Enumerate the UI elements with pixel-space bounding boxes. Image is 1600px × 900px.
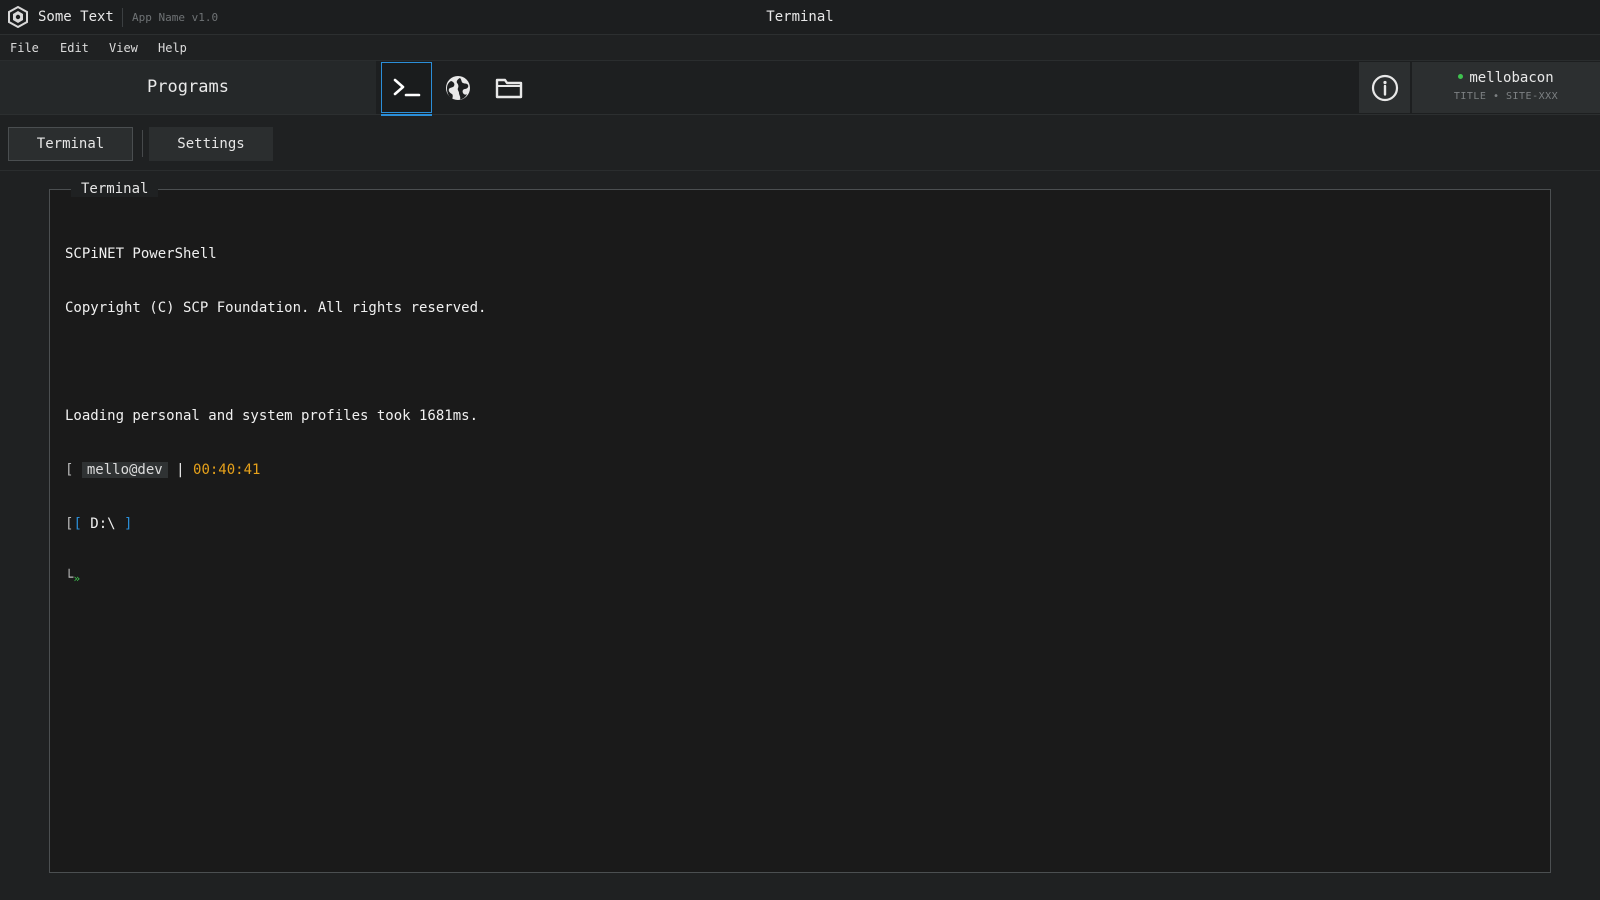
user-name: mellobacon [1469, 70, 1554, 86]
tab-settings-label: Settings [177, 136, 245, 152]
prompt-separator: | [167, 462, 194, 478]
menu-view[interactable]: View [109, 41, 138, 55]
window-title: Terminal [766, 9, 834, 25]
prompt-bracket: [ [65, 462, 82, 478]
prompt-user: mello@dev [81, 462, 168, 478]
prompt-time: 00:40:41 [193, 462, 261, 478]
terminal-line: Copyright (C) SCP Foundation. All rights… [65, 300, 487, 316]
user-subtitle: TITLE • SITE-XXX [1453, 91, 1559, 102]
programs-panel: Programs [0, 61, 376, 114]
prompt-path-line: [[ D:\ ] [65, 515, 1525, 533]
tab-terminal-label: Terminal [36, 136, 105, 152]
app-name-version: App Name v1.0 [132, 11, 219, 24]
tab-terminal[interactable]: Terminal [8, 127, 133, 161]
title-divider [122, 8, 123, 27]
terminal-line: Loading personal and system profiles too… [65, 408, 479, 424]
tab-settings[interactable]: Settings [149, 127, 273, 161]
prompt-input-line[interactable]: └» [65, 569, 1525, 587]
info-icon [1371, 74, 1398, 101]
files-program-button[interactable] [483, 62, 534, 113]
menu-bar: File Edit View Help [0, 35, 1600, 61]
app-logo-icon [8, 6, 28, 28]
tab-divider [142, 130, 143, 157]
user-panel[interactable]: mellobacon TITLE • SITE-XXX [1412, 62, 1600, 113]
user-name-row: mellobacon [1412, 70, 1600, 86]
prompt-path-open: [ [73, 516, 91, 532]
online-status-icon [1458, 73, 1464, 79]
folder-icon [495, 78, 522, 98]
programs-bar: Programs mellobacon TITLE • SITE-XXX [0, 61, 1600, 116]
terminal-output[interactable]: SCPiNET PowerShell Copyright (C) SCP Fou… [65, 209, 1525, 605]
programs-label: Programs [147, 77, 229, 97]
title-bar: Some Text App Name v1.0 Terminal [0, 0, 1600, 35]
globe-icon [445, 75, 470, 100]
menu-edit[interactable]: Edit [60, 41, 89, 55]
terminal-program-button[interactable] [381, 62, 432, 113]
tab-bar: Terminal Settings [0, 116, 1600, 171]
prompt-path-close: ] [115, 516, 133, 532]
terminal-panel-title: Terminal [71, 181, 159, 197]
prompt-arrow-icon: » [73, 572, 81, 585]
terminal-line: SCPiNET PowerShell [65, 246, 217, 262]
info-button[interactable] [1359, 62, 1410, 113]
browser-program-button[interactable] [432, 62, 483, 113]
menu-help[interactable]: Help [158, 41, 187, 55]
menu-file[interactable]: File [10, 41, 39, 55]
prompt-path: D:\ [90, 516, 116, 532]
app-text: Some Text [38, 9, 114, 25]
prompt-user-line: [ mello@dev | 00:40:41 [65, 461, 1525, 479]
terminal-icon [393, 78, 420, 96]
